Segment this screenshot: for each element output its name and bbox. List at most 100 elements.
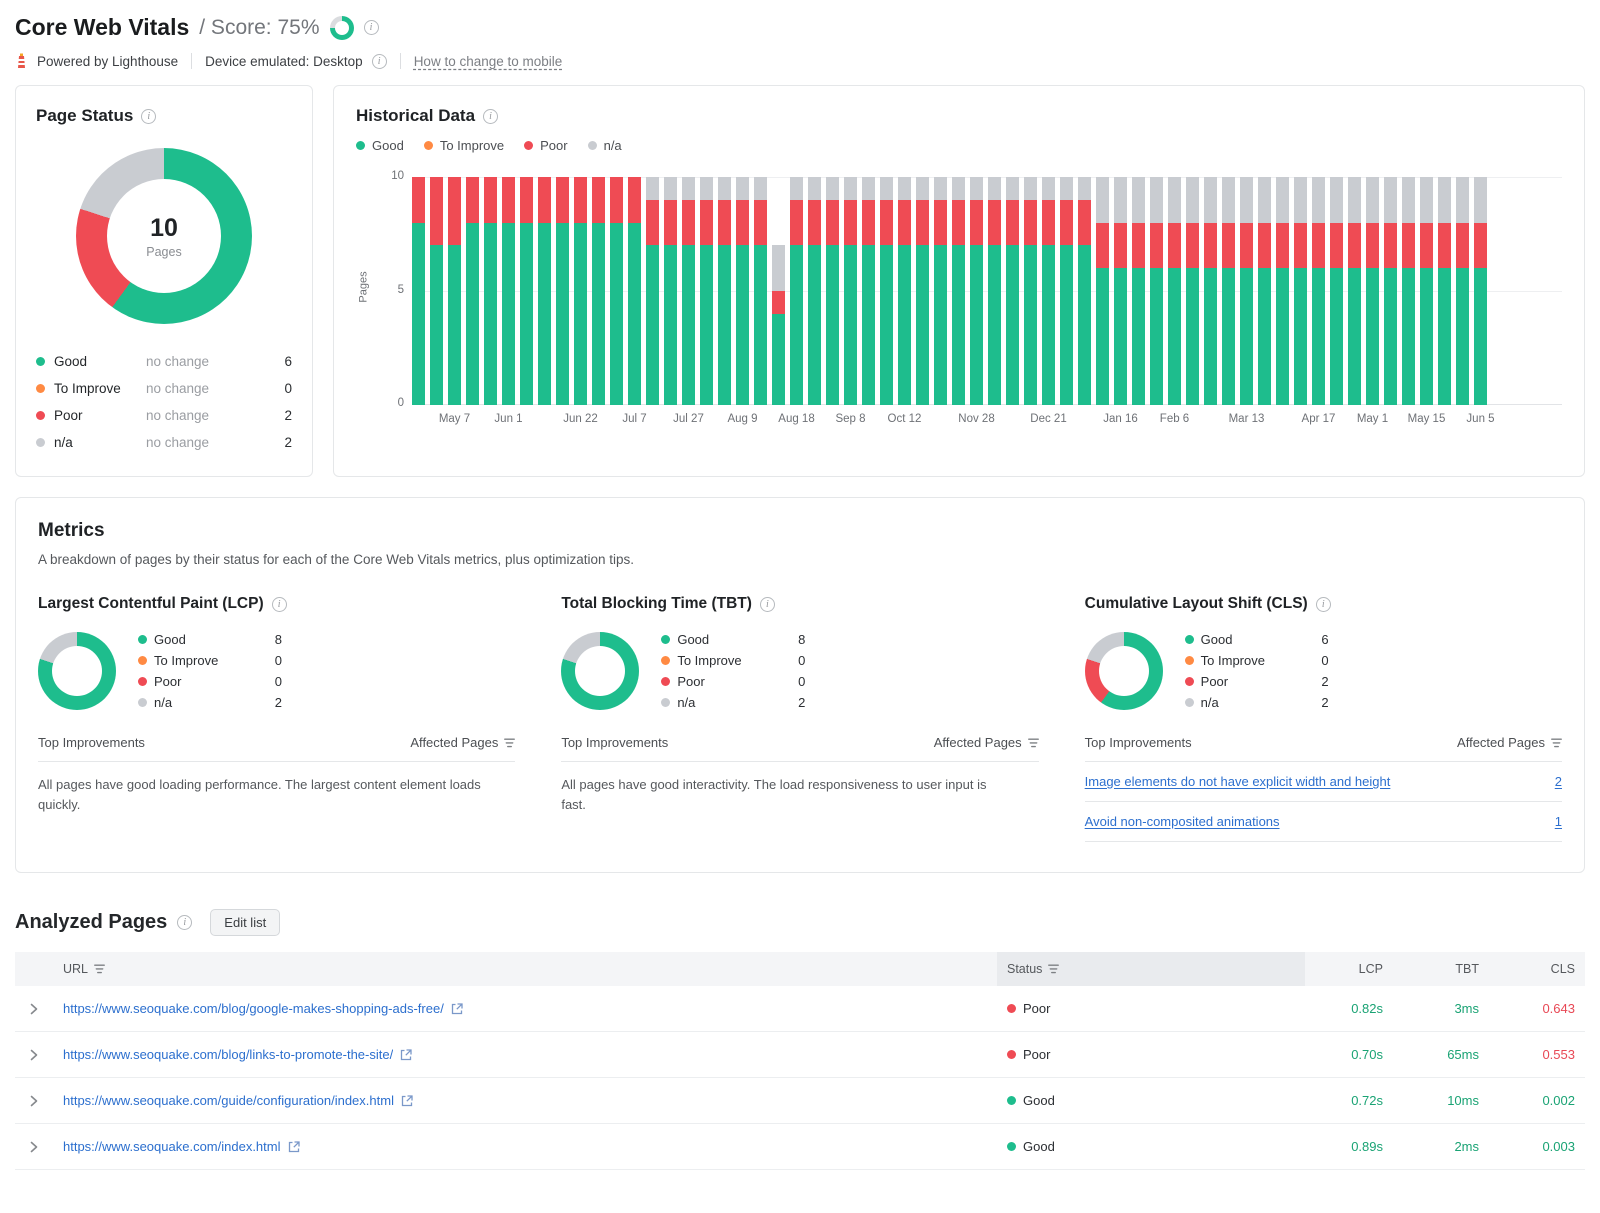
affected-pages-label[interactable]: Affected Pages (934, 735, 1039, 750)
legend-dot-icon (138, 698, 147, 707)
bar-segment (844, 199, 857, 246)
info-icon[interactable] (1315, 596, 1331, 612)
history-bar (664, 177, 677, 405)
x-tick-label: Aug 18 (778, 413, 815, 425)
history-bar (574, 177, 587, 405)
bar-segment (826, 199, 839, 246)
bar-segment (754, 245, 767, 405)
external-link-icon[interactable] (401, 1094, 413, 1107)
edit-list-button[interactable]: Edit list (210, 909, 281, 936)
column-header-cls[interactable]: CLS (1489, 952, 1585, 986)
legend-change: no change (146, 408, 210, 423)
external-link-icon[interactable] (288, 1140, 300, 1153)
bar-segment (1258, 222, 1271, 269)
bar-segment (592, 177, 605, 223)
column-header-url[interactable]: URL (53, 952, 997, 986)
bar-segment (826, 245, 839, 405)
bar-segment (1402, 222, 1415, 269)
info-icon[interactable] (141, 108, 157, 124)
row-expander-chevron-icon[interactable] (15, 1141, 53, 1153)
legend-value: 2 (1321, 674, 1329, 689)
history-bar (1060, 177, 1073, 405)
history-bar (430, 177, 443, 405)
x-tick-label: Oct 12 (887, 413, 922, 425)
bar-segment (826, 177, 839, 200)
column-header-lcp[interactable]: LCP (1305, 952, 1393, 986)
url-cell: https://www.seoquake.com/index.html (53, 1139, 997, 1154)
bar-segment (1420, 177, 1433, 223)
bar-segment (1114, 222, 1127, 269)
info-icon[interactable] (177, 915, 193, 930)
info-icon[interactable] (271, 596, 287, 612)
metric-value: 0.72s (1351, 1093, 1383, 1108)
bar-segment (610, 222, 623, 405)
affected-pages-count-link[interactable]: 2 (1555, 774, 1562, 789)
change-to-mobile-link[interactable]: How to change to mobile (414, 54, 563, 69)
info-icon[interactable] (759, 596, 775, 612)
bar-segment (898, 245, 911, 405)
legend-label: Poor (154, 674, 182, 689)
tbt-value-cell: 2ms (1393, 1139, 1489, 1154)
url-cell: https://www.seoquake.com/blog/google-mak… (53, 1001, 997, 1016)
metric-legend-item: Poor 0 (661, 671, 1038, 692)
page-url-link[interactable]: https://www.seoquake.com/guide/configura… (63, 1093, 394, 1108)
external-link-icon[interactable] (451, 1002, 463, 1015)
column-header-tbt[interactable]: TBT (1393, 952, 1489, 986)
page-url-link[interactable]: https://www.seoquake.com/blog/links-to-p… (63, 1047, 393, 1062)
y-axis-title: Pages (357, 271, 370, 303)
affected-pages-count-link[interactable]: 1 (1555, 814, 1562, 829)
legend-change: no change (146, 354, 210, 369)
page-url-link[interactable]: https://www.seoquake.com/blog/google-mak… (63, 1001, 444, 1016)
bar-segment (1132, 177, 1145, 223)
metric-legend: Good 6 To Improve 0 Poor 2 n/a 2 (1184, 629, 1562, 713)
improvements-header: Top Improvements Affected Pages (561, 735, 1039, 762)
page-status-title: Page Status (36, 106, 134, 125)
history-bar (1222, 177, 1235, 405)
page-url-link[interactable]: https://www.seoquake.com/index.html (63, 1139, 281, 1154)
improvement-link[interactable]: Avoid non-composited animations (1085, 814, 1280, 829)
improvements-header: Top Improvements Affected Pages (1084, 735, 1562, 762)
bar-segment (772, 245, 785, 292)
filter-icon (504, 738, 516, 748)
url-cell: https://www.seoquake.com/guide/configura… (53, 1093, 997, 1108)
affected-pages-label[interactable]: Affected Pages (410, 735, 516, 750)
history-bar (1150, 177, 1163, 405)
affected-pages-label[interactable]: Affected Pages (1457, 735, 1562, 750)
bar-segment (448, 245, 461, 405)
history-bar (808, 177, 821, 405)
column-header-status[interactable]: Status (997, 952, 1305, 986)
row-expander-chevron-icon[interactable] (15, 1003, 53, 1015)
legend-label: To Improve (439, 138, 505, 153)
metric-value: 0.89s (1351, 1139, 1383, 1154)
metric-legend-item: Poor 2 (1184, 671, 1562, 692)
history-bar (520, 177, 533, 405)
history-bar (1024, 177, 1037, 405)
row-expander-chevron-icon[interactable] (15, 1049, 53, 1061)
bar-segment (502, 177, 515, 223)
info-icon[interactable] (371, 53, 387, 69)
legend-label: To Improve (677, 653, 742, 668)
external-link-icon[interactable] (400, 1048, 412, 1061)
tbt-value-cell: 10ms (1393, 1093, 1489, 1108)
bar-segment (1186, 177, 1199, 223)
row-expander-chevron-icon[interactable] (15, 1095, 53, 1107)
bar-segment (664, 245, 677, 405)
info-icon[interactable] (363, 20, 379, 35)
bar-segment (898, 177, 911, 200)
metric-legend-item: Good 8 (661, 629, 1038, 650)
metric-value: 0.70s (1351, 1047, 1383, 1062)
history-bar (1366, 177, 1379, 405)
bar-segment (682, 245, 695, 405)
history-bar (736, 177, 749, 405)
legend-value: 2 (284, 435, 292, 450)
bar-segment (844, 177, 857, 200)
history-bar (790, 177, 803, 405)
legend-value: 0 (798, 653, 806, 668)
info-icon[interactable] (483, 108, 499, 124)
history-bar (1258, 177, 1271, 405)
improvement-link[interactable]: Image elements do not have explicit widt… (1085, 774, 1391, 789)
bar-segment (1114, 268, 1127, 405)
legend-dot-icon (587, 141, 597, 150)
legend-label: Good (154, 632, 186, 647)
metric-legend-item: To Improve 0 (661, 650, 1038, 671)
